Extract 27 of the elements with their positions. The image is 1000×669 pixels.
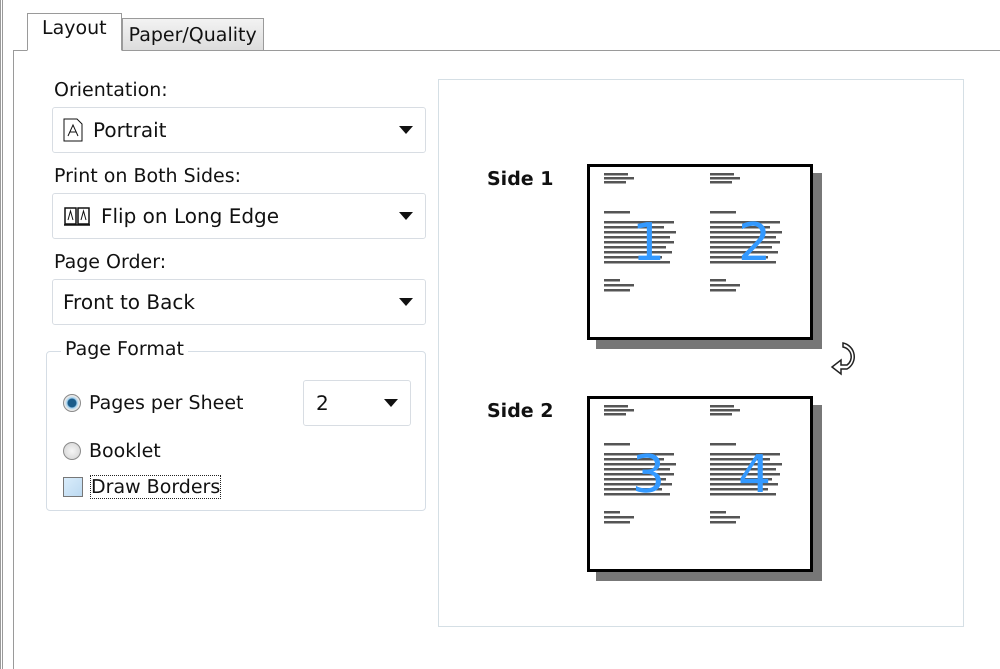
dropdown[interactable]: Front to Back <box>52 279 426 325</box>
field-label: Print on Both Sides: <box>54 165 242 187</box>
checkbox-label[interactable]: Draw Borders <box>91 476 220 498</box>
checkbox[interactable] <box>63 477 83 497</box>
side-label: Side 1 <box>487 167 555 190</box>
dropdown-caret-icon <box>399 126 413 134</box>
pages-per-sheet-dropdown[interactable]: 2 <box>303 380 411 426</box>
dropdown[interactable]: Portrait <box>52 107 426 153</box>
portrait-page-icon <box>63 118 83 142</box>
radio-button[interactable] <box>63 394 81 412</box>
dropdown-caret-icon <box>384 399 398 407</box>
dropdown-caret-icon <box>399 298 413 306</box>
tab[interactable]: Layout <box>27 13 122 51</box>
radio-label[interactable]: Booklet <box>89 440 161 462</box>
dropdown-caret-icon <box>399 212 413 220</box>
page-number: 3 <box>632 449 666 501</box>
side-label: Side 2 <box>487 399 555 422</box>
radio-label[interactable]: Pages per Sheet <box>89 392 244 414</box>
group-title: Page Format <box>61 338 188 360</box>
tab[interactable]: Paper/Quality <box>122 18 264 50</box>
field-label: Page Order: <box>54 251 168 273</box>
page-number: 2 <box>738 217 772 269</box>
field-label: Orientation: <box>54 79 169 101</box>
open-book-icon <box>63 205 91 227</box>
page-number: 1 <box>632 217 666 269</box>
radio-button[interactable] <box>63 442 81 460</box>
dropdown[interactable]: Flip on Long Edge <box>52 193 426 239</box>
